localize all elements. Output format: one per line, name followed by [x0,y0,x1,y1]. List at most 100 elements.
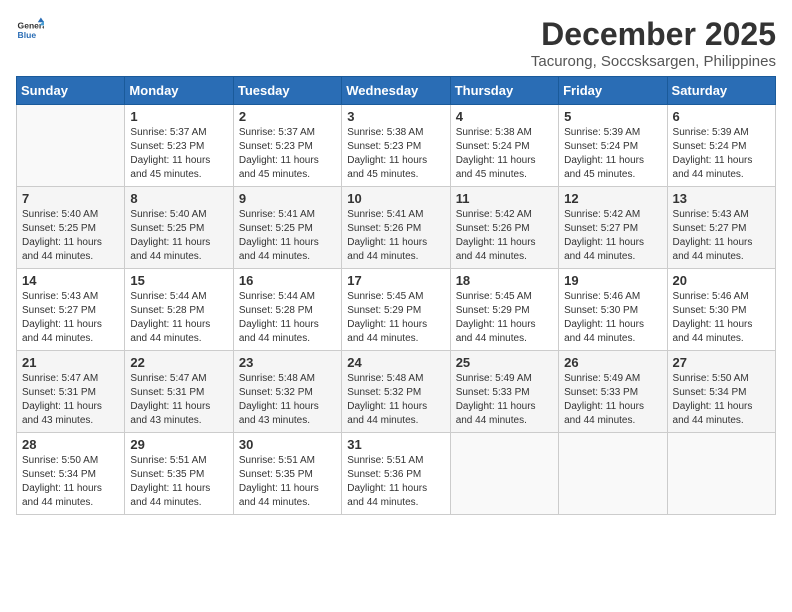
title-block: December 2025 Tacurong, Soccsksargen, Ph… [531,16,776,70]
day-info: Sunrise: 5:43 AM Sunset: 5:27 PM Dayligh… [673,208,770,264]
calendar-day-cell: 19 Sunrise: 5:46 AM Sunset: 5:30 PM Dayli… [559,269,667,351]
calendar-day-cell: 2 Sunrise: 5:37 AM Sunset: 5:23 PM Daylig… [233,105,341,187]
day-info: Sunrise: 5:37 AM Sunset: 5:23 PM Dayligh… [239,126,336,182]
month-title: December 2025 [531,16,776,53]
calendar-day-cell: 16Sunrise: 5:44 AM Sunset: 5:28 PM Dayli… [233,269,341,351]
calendar-day-cell [559,433,667,515]
calendar-header-cell: Saturday [667,77,775,105]
day-info: Sunrise: 5:37 AM Sunset: 5:23 PM Dayligh… [130,126,227,182]
day-number: 28 [22,437,119,452]
day-info: Sunrise: 5:38 AM Sunset: 5:24 PM Dayligh… [456,126,553,182]
day-number: 20 [673,273,770,288]
day-number: 27 [673,355,770,370]
day-info: Sunrise: 5:44 AM Sunset: 5:28 PM Dayligh… [239,290,336,346]
calendar-header-cell: Sunday [17,77,125,105]
calendar-day-cell: 24 Sunrise: 5:48 AM Sunset: 5:32 PM Dayli… [342,351,450,433]
day-info: Sunrise: 5:48 AM Sunset: 5:32 PM Dayligh… [347,372,444,428]
day-info: Sunrise: 5:49 AM Sunset: 5:33 PM Dayligh… [564,372,661,428]
calendar-day-cell: 8 Sunrise: 5:40 AM Sunset: 5:25 PM Daylig… [125,187,233,269]
calendar-body: 1Sunrise: 5:37 AM Sunset: 5:23 PM Daylig… [17,105,776,515]
calendar-header-cell: Monday [125,77,233,105]
day-info: Sunrise: 5:46 AM Sunset: 5:30 PM Dayligh… [673,290,770,346]
day-info: Sunrise: 5:48 AM Sunset: 5:32 PM Dayligh… [239,372,336,428]
calendar-day-cell: 23Sunrise: 5:48 AM Sunset: 5:32 PM Dayli… [233,351,341,433]
day-number: 26 [564,355,661,370]
calendar-header-cell: Tuesday [233,77,341,105]
day-info: Sunrise: 5:44 AM Sunset: 5:28 PM Dayligh… [130,290,227,346]
calendar-day-cell: 20 Sunrise: 5:46 AM Sunset: 5:30 PM Dayli… [667,269,775,351]
calendar-header-cell: Friday [559,77,667,105]
day-info: Sunrise: 5:40 AM Sunset: 5:25 PM Dayligh… [130,208,227,264]
day-number: 21 [22,355,119,370]
day-number: 15 [130,273,227,288]
day-info: Sunrise: 5:41 AM Sunset: 5:26 PM Dayligh… [347,208,444,264]
day-info: Sunrise: 5:46 AM Sunset: 5:30 PM Dayligh… [564,290,661,346]
calendar-header-cell: Wednesday [342,77,450,105]
day-info: Sunrise: 5:45 AM Sunset: 5:29 PM Dayligh… [456,290,553,346]
calendar-day-cell: 11 Sunrise: 5:42 AM Sunset: 5:26 PM Dayli… [450,187,558,269]
calendar-day-cell: 18 Sunrise: 5:45 AM Sunset: 5:29 PM Dayli… [450,269,558,351]
calendar-day-cell: 10 Sunrise: 5:41 AM Sunset: 5:26 PM Dayli… [342,187,450,269]
day-info: Sunrise: 5:51 AM Sunset: 5:35 PM Dayligh… [239,454,336,510]
day-number: 3 [347,109,444,124]
day-info: Sunrise: 5:39 AM Sunset: 5:24 PM Dayligh… [564,126,661,182]
calendar-week-row: 21 Sunrise: 5:47 AM Sunset: 5:31 PM Dayli… [17,351,776,433]
day-info: Sunrise: 5:41 AM Sunset: 5:25 PM Dayligh… [239,208,336,264]
day-number: 6 [673,109,770,124]
day-info: Sunrise: 5:47 AM Sunset: 5:31 PM Dayligh… [130,372,227,428]
page-header: General Blue December 2025 Tacurong, Soc… [16,16,776,70]
day-number: 19 [564,273,661,288]
day-info: Sunrise: 5:42 AM Sunset: 5:27 PM Dayligh… [564,208,661,264]
calendar-day-cell: 31 Sunrise: 5:51 AM Sunset: 5:36 PM Dayli… [342,433,450,515]
calendar-table: SundayMondayTuesdayWednesdayThursdayFrid… [16,76,776,515]
day-number: 12 [564,191,661,206]
day-number: 9 [239,191,336,206]
day-number: 31 [347,437,444,452]
svg-text:Blue: Blue [18,30,37,40]
day-number: 5 [564,109,661,124]
calendar-day-cell: 9 Sunrise: 5:41 AM Sunset: 5:25 PM Daylig… [233,187,341,269]
day-number: 11 [456,191,553,206]
day-number: 30 [239,437,336,452]
calendar-day-cell: 7 Sunrise: 5:40 AM Sunset: 5:25 PM Daylig… [17,187,125,269]
calendar-header-cell: Thursday [450,77,558,105]
calendar-week-row: 7 Sunrise: 5:40 AM Sunset: 5:25 PM Daylig… [17,187,776,269]
logo-icon: General Blue [16,16,44,44]
day-info: Sunrise: 5:50 AM Sunset: 5:34 PM Dayligh… [673,372,770,428]
day-info: Sunrise: 5:38 AM Sunset: 5:23 PM Dayligh… [347,126,444,182]
calendar-day-cell [450,433,558,515]
calendar-day-cell: 27 Sunrise: 5:50 AM Sunset: 5:34 PM Dayli… [667,351,775,433]
calendar-day-cell: 14Sunrise: 5:43 AM Sunset: 5:27 PM Dayli… [17,269,125,351]
day-number: 22 [130,355,227,370]
day-info: Sunrise: 5:45 AM Sunset: 5:29 PM Dayligh… [347,290,444,346]
calendar-day-cell: 30 Sunrise: 5:51 AM Sunset: 5:35 PM Dayli… [233,433,341,515]
day-info: Sunrise: 5:50 AM Sunset: 5:34 PM Dayligh… [22,454,119,510]
calendar-day-cell: 28 Sunrise: 5:50 AM Sunset: 5:34 PM Dayli… [17,433,125,515]
day-number: 18 [456,273,553,288]
day-info: Sunrise: 5:51 AM Sunset: 5:36 PM Dayligh… [347,454,444,510]
day-info: Sunrise: 5:47 AM Sunset: 5:31 PM Dayligh… [22,372,119,428]
day-number: 2 [239,109,336,124]
day-number: 24 [347,355,444,370]
day-number: 10 [347,191,444,206]
calendar-day-cell [667,433,775,515]
day-info: Sunrise: 5:49 AM Sunset: 5:33 PM Dayligh… [456,372,553,428]
calendar-header-row: SundayMondayTuesdayWednesdayThursdayFrid… [17,77,776,105]
calendar-day-cell: 17 Sunrise: 5:45 AM Sunset: 5:29 PM Dayli… [342,269,450,351]
calendar-day-cell: 29Sunrise: 5:51 AM Sunset: 5:35 PM Dayli… [125,433,233,515]
calendar-day-cell: 22 Sunrise: 5:47 AM Sunset: 5:31 PM Dayli… [125,351,233,433]
calendar-day-cell: 3 Sunrise: 5:38 AM Sunset: 5:23 PM Daylig… [342,105,450,187]
calendar-day-cell [17,105,125,187]
day-info: Sunrise: 5:40 AM Sunset: 5:25 PM Dayligh… [22,208,119,264]
day-number: 7 [22,191,119,206]
day-number: 25 [456,355,553,370]
day-info: Sunrise: 5:39 AM Sunset: 5:24 PM Dayligh… [673,126,770,182]
day-number: 8 [130,191,227,206]
calendar-day-cell: 6 Sunrise: 5:39 AM Sunset: 5:24 PM Daylig… [667,105,775,187]
day-number: 17 [347,273,444,288]
day-number: 4 [456,109,553,124]
calendar-week-row: 28 Sunrise: 5:50 AM Sunset: 5:34 PM Dayli… [17,433,776,515]
day-number: 14 [22,273,119,288]
calendar-day-cell: 4 Sunrise: 5:38 AM Sunset: 5:24 PM Daylig… [450,105,558,187]
day-info: Sunrise: 5:42 AM Sunset: 5:26 PM Dayligh… [456,208,553,264]
